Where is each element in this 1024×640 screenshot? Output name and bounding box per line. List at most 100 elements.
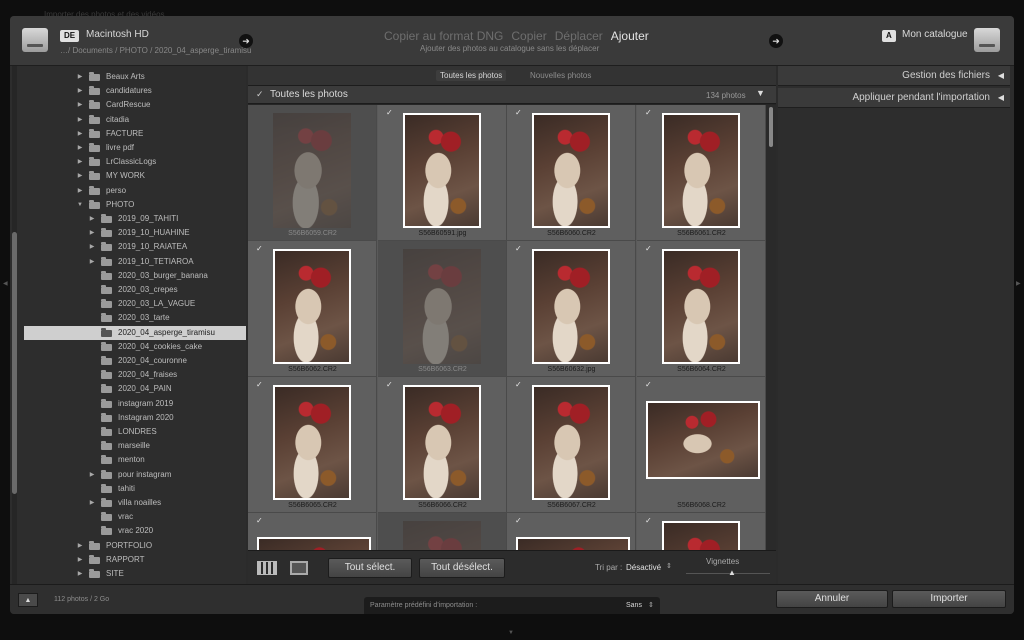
apply-during-import-section[interactable]: Appliquer pendant l'importation ◀ xyxy=(778,88,1010,108)
photo-thumbnail-cell[interactable]: ✓ S56B6066.CR2 xyxy=(378,377,507,513)
checkbox-checked-icon[interactable]: ✓ xyxy=(645,245,653,253)
photo-thumbnail[interactable] xyxy=(403,521,481,550)
folder-item[interactable]: ▶ livre pdf xyxy=(24,141,246,155)
triangle-right-icon[interactable]: ▶ xyxy=(76,127,84,141)
photo-thumbnail-cell[interactable]: ✓ S56B6062.CR2 xyxy=(248,241,377,377)
photo-thumbnail-cell[interactable]: ✓ xyxy=(248,513,377,550)
photo-thumbnail[interactable] xyxy=(403,113,481,228)
cancel-button[interactable]: Annuler xyxy=(776,590,888,608)
tab-new-photos[interactable]: Nouvelles photos xyxy=(526,70,595,81)
triangle-right-icon[interactable]: ▶ xyxy=(76,553,84,567)
triangle-right-icon[interactable]: ▶ xyxy=(76,184,84,198)
photo-thumbnail-cell[interactable]: ✓ S56B6065.CR2 xyxy=(248,377,377,513)
folder-item[interactable]: ▶ 2019_10_TETIAROA xyxy=(24,255,246,269)
folder-item[interactable]: ▼ PHOTO xyxy=(24,198,246,212)
folder-item[interactable]: ▶ LrClassicLogs xyxy=(24,155,246,169)
checkbox-checked-icon[interactable]: ✓ xyxy=(256,517,264,525)
triangle-right-icon[interactable]: ▶ xyxy=(76,84,84,98)
checkbox-checked-icon[interactable]: ✓ xyxy=(515,109,523,117)
photo-thumbnail[interactable] xyxy=(532,113,610,228)
folder-item[interactable]: ▶ 2019_10_RAIATEA xyxy=(24,240,246,254)
triangle-right-icon[interactable]: ▶ xyxy=(88,255,96,269)
photo-thumbnail-cell[interactable]: ✓ S56B6061.CR2 xyxy=(637,105,766,241)
photo-thumbnail[interactable] xyxy=(532,249,610,364)
photo-thumbnail-cell[interactable]: ✓ S56B6068.CR2 xyxy=(637,377,766,513)
photo-thumbnail[interactable] xyxy=(273,249,351,364)
folder-item[interactable]: ▶ SITE xyxy=(24,567,246,581)
folder-item[interactable]: ▶ citadia xyxy=(24,113,246,127)
updown-icon[interactable]: ⇕ xyxy=(666,562,672,570)
photo-thumbnail[interactable] xyxy=(273,385,351,500)
arrow-right-icon[interactable]: ➜ xyxy=(239,34,253,48)
checkbox-checked-icon[interactable]: ✓ xyxy=(386,381,394,389)
photo-thumbnail-cell[interactable]: ✓ S56B6064.CR2 xyxy=(637,241,766,377)
destination-drive-icon[interactable] xyxy=(972,24,1002,58)
triangle-right-icon[interactable]: ▶ xyxy=(76,567,84,581)
photo-thumbnail[interactable] xyxy=(662,113,740,228)
slider-knob-icon[interactable]: ▲ xyxy=(728,568,736,577)
folder-item[interactable]: 2020_04_cookies_cake xyxy=(24,340,246,354)
triangle-down-icon[interactable]: ▼ xyxy=(756,88,765,98)
triangle-right-icon[interactable]: ▶ xyxy=(76,169,84,183)
grid-scrollbar[interactable] xyxy=(766,105,776,550)
right-panel-toggle-icon[interactable]: ▶ xyxy=(1016,280,1021,287)
tab-all-photos[interactable]: Toutes les photos xyxy=(436,70,507,81)
photo-thumbnail-cell[interactable]: ✓ S56B60591.jpg xyxy=(378,105,507,241)
photo-thumbnail[interactable] xyxy=(662,249,740,364)
checkbox-checked-icon[interactable]: ✓ xyxy=(256,381,264,389)
folder-item[interactable]: 2020_03_LA_VAGUE xyxy=(24,297,246,311)
mode-copy-dng[interactable]: Copier au format DNG xyxy=(384,29,503,43)
photo-thumbnail[interactable] xyxy=(516,537,630,550)
folder-item[interactable]: 2020_04_asperge_tiramisu xyxy=(24,326,246,340)
triangle-right-icon[interactable]: ▶ xyxy=(88,226,96,240)
checkbox-checked-icon[interactable]: ✓ xyxy=(645,517,653,525)
triangle-right-icon[interactable]: ▶ xyxy=(88,212,96,226)
collapse-left-icon[interactable]: ◀ xyxy=(998,66,1004,86)
source-name[interactable]: Macintosh HD xyxy=(86,29,149,40)
folder-item[interactable]: tahiti xyxy=(24,482,246,496)
triangle-right-icon[interactable]: ▶ xyxy=(76,141,84,155)
select-all-button[interactable]: Tout sélect. xyxy=(328,558,412,578)
folder-item[interactable]: LONDRES xyxy=(24,425,246,439)
left-panel-toggle-icon[interactable]: ◀ xyxy=(3,280,8,287)
checkbox-checked-icon[interactable]: ✓ xyxy=(256,245,264,253)
checkbox-unchecked[interactable] xyxy=(386,245,394,253)
folder-item[interactable]: ▶ villa noailles xyxy=(24,496,246,510)
triangle-right-icon[interactable]: ▶ xyxy=(76,98,84,112)
import-button[interactable]: Importer xyxy=(892,590,1006,608)
arrow-right-icon[interactable]: ➜ xyxy=(769,34,783,48)
folder-item[interactable]: 2020_04_PAIN xyxy=(24,382,246,396)
folder-item[interactable]: ▶ perso xyxy=(24,184,246,198)
checkbox-checked-icon[interactable]: ✓ xyxy=(645,109,653,117)
mode-copy[interactable]: Copier xyxy=(511,29,546,43)
photo-thumbnail-cell[interactable]: ✓ S56B6067.CR2 xyxy=(507,377,636,513)
folder-scrollbar-thumb[interactable] xyxy=(12,232,17,494)
folder-item[interactable]: vrac 2020 xyxy=(24,524,246,538)
checkbox-checked-icon[interactable]: ✓ xyxy=(515,381,523,389)
folder-item[interactable]: ▶ 2019_10_HUAHINE xyxy=(24,226,246,240)
collapse-left-icon[interactable]: ◀ xyxy=(998,88,1004,108)
folder-item[interactable]: ▶ PORTFOLIO xyxy=(24,539,246,553)
photo-thumbnail[interactable] xyxy=(646,401,760,479)
check-all-icon[interactable]: ✓ xyxy=(256,89,264,100)
folder-item[interactable]: ▶ candidatures xyxy=(24,84,246,98)
checkbox-checked-icon[interactable]: ✓ xyxy=(645,381,653,389)
loupe-view-icon[interactable] xyxy=(290,561,308,575)
folder-item[interactable]: 2020_04_fraises xyxy=(24,368,246,382)
photo-thumbnail-cell[interactable]: ✓ xyxy=(507,513,636,550)
updown-icon[interactable]: ⇕ xyxy=(648,601,654,609)
triangle-down-icon[interactable]: ▼ xyxy=(76,198,84,212)
destination-name[interactable]: Mon catalogue xyxy=(902,29,968,40)
triangle-right-icon[interactable]: ▶ xyxy=(88,468,96,482)
photo-thumbnail-cell[interactable]: ✓ S56B6060.CR2 xyxy=(507,105,636,241)
bottom-panel-toggle-icon[interactable]: ▼ xyxy=(508,630,514,636)
preset-select[interactable]: Sans xyxy=(626,602,642,609)
file-handling-section[interactable]: Gestion des fichiers ◀ xyxy=(778,66,1010,86)
folder-item[interactable]: vrac xyxy=(24,510,246,524)
triangle-right-icon[interactable]: ▶ xyxy=(76,70,84,84)
sort-select[interactable]: Désactivé xyxy=(626,563,661,572)
photo-thumbnail[interactable] xyxy=(662,521,740,550)
folder-item[interactable]: ▶ pour instagram xyxy=(24,468,246,482)
folder-item[interactable]: menton xyxy=(24,453,246,467)
folder-item[interactable]: 2020_03_burger_banana xyxy=(24,269,246,283)
